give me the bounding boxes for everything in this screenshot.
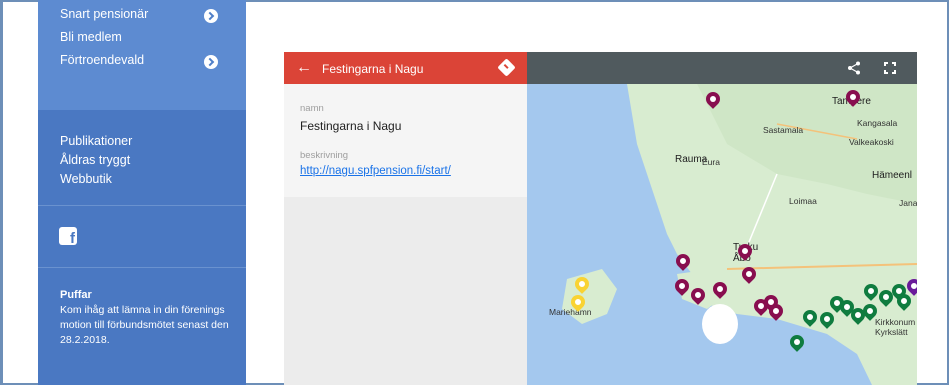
- field-label-namn: namn: [300, 103, 324, 114]
- info-header-title: Festingarna i Nagu: [322, 62, 424, 76]
- facebook-icon[interactable]: f: [59, 227, 77, 247]
- fullscreen-icon[interactable]: [884, 62, 896, 74]
- link-publikationer[interactable]: Publikationer: [60, 134, 132, 148]
- divider: [38, 205, 246, 206]
- info-panel-empty: [284, 197, 527, 385]
- directions-icon[interactable]: [497, 58, 516, 77]
- description-link[interactable]: http://nagu.spfpension.fi/start/: [300, 165, 451, 177]
- share-icon[interactable]: [847, 61, 861, 75]
- info-header: ← Festingarna i Nagu: [284, 52, 527, 84]
- nav-bli-medlem[interactable]: Bli medlem: [60, 30, 122, 44]
- sidebar: Snart pensionär Bli medlem Förtroendeval…: [38, 0, 246, 385]
- map-canvas[interactable]: Tampere Kangasala Sastamala Valkeakoski …: [527, 84, 917, 385]
- field-value-namn: Festingarna i Nagu: [300, 119, 402, 133]
- nav-snart-pensionar[interactable]: Snart pensionär: [60, 7, 148, 21]
- chevron-right-icon[interactable]: [204, 9, 218, 23]
- puffar-title: Puffar: [60, 289, 92, 301]
- map-label: Valkeakoski: [849, 137, 894, 147]
- map-label: Mariehamn: [549, 307, 592, 317]
- divider: [38, 267, 246, 268]
- link-webbutik[interactable]: Webbutik: [60, 172, 112, 186]
- field-label-beskrivning: beskrivning: [300, 150, 349, 161]
- map-label: Eura: [702, 157, 720, 167]
- map-label: Kirkkonum Kyrkslätt: [875, 317, 916, 337]
- map-label: Loimaa: [789, 196, 817, 206]
- puffar-text: Kom ihåg att lämna in din förenings moti…: [60, 304, 229, 346]
- map-widget: ← Festingarna i Nagu namn Festingarna i …: [284, 52, 917, 385]
- link-aldras-tryggt[interactable]: Åldras tryggt: [60, 153, 130, 167]
- map-toolbar: [527, 52, 917, 84]
- info-panel: namn Festingarna i Nagu beskrivning http…: [284, 84, 527, 197]
- map-label: Kangasala: [857, 118, 898, 128]
- back-arrow-icon[interactable]: ←: [296, 59, 312, 77]
- map-label: Sastamala: [763, 125, 804, 135]
- map-label: Hämeenl: [872, 170, 913, 181]
- map-label: Jana: [899, 198, 917, 208]
- chevron-right-icon[interactable]: [204, 55, 218, 69]
- map-land: [562, 84, 917, 385]
- nav-fortroendevald[interactable]: Förtroendevald: [60, 53, 144, 67]
- sidebar-top-section: Snart pensionär Bli medlem Förtroendeval…: [38, 0, 246, 110]
